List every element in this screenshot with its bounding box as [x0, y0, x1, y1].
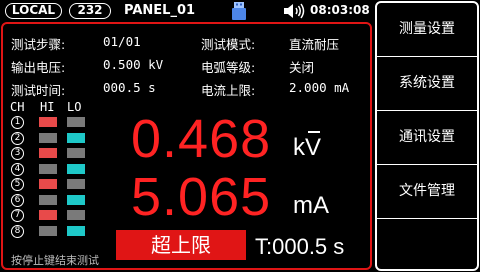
alarm-status: 超上限	[116, 230, 246, 260]
param-time: 测试时间: 000.5 s	[11, 80, 156, 99]
time-value: 000.5 s	[103, 80, 156, 95]
channel-hi-indicator	[39, 194, 57, 205]
channel-number: 5	[11, 178, 24, 191]
channel-number: 1	[11, 116, 24, 129]
current-reading: 5.065	[131, 167, 272, 227]
param-mode: 测试模式: 直流耐压	[201, 34, 339, 53]
menu-file-management[interactable]: 文件管理	[377, 165, 477, 218]
mode-label: 测试模式:	[201, 37, 256, 52]
channel-lo-indicator	[67, 225, 85, 236]
current-unit: mA	[293, 192, 329, 219]
channel-number: 7	[11, 209, 24, 222]
menu-measure-settings[interactable]: 测量设置	[377, 3, 477, 56]
channel-number: 4	[11, 162, 24, 176]
speaker-volume-icon[interactable]	[283, 3, 305, 19]
channel-lo-indicator	[67, 194, 85, 205]
mode-value: 直流耐压	[289, 37, 340, 52]
channel-hi-indicator	[39, 148, 57, 158]
voltage-label: 输出电压:	[11, 60, 66, 75]
voltage-value: 0.500 kV	[103, 57, 164, 72]
channel-number: 6	[11, 193, 24, 207]
test-timer: T:000.5 s	[255, 234, 345, 259]
voltage-unit: kV	[293, 131, 322, 162]
time-label: 测试时间:	[11, 83, 66, 98]
side-menu: 测量设置 系统设置 通讯设置 文件管理	[375, 1, 479, 271]
channel-hi-indicator	[39, 179, 57, 189]
local-mode-badge[interactable]: LOCAL	[5, 3, 62, 19]
channel-lo-indicator	[67, 132, 85, 143]
menu-comm-settings[interactable]: 通讯设置	[377, 111, 477, 164]
channel-hi-indicator	[39, 210, 57, 220]
voltage-unit-text: kV	[293, 134, 322, 161]
menu-divider	[377, 218, 477, 219]
param-limit: 电流上限: 2.000 mA	[201, 80, 349, 99]
channel-number: 3	[11, 147, 24, 160]
usb-icon	[232, 2, 246, 20]
channel-header-hi: HI	[40, 100, 55, 114]
channel-hi-indicator	[39, 225, 57, 236]
channel-number: 2	[11, 131, 24, 145]
channel-lo-indicator	[67, 210, 85, 220]
channel-lo-indicator	[67, 148, 85, 158]
step-label: 测试步骤:	[11, 37, 66, 52]
clock: 08:03:08	[310, 3, 370, 17]
channel-lo-indicator	[67, 117, 85, 127]
arc-value: 关闭	[289, 60, 315, 75]
channel-lo-indicator	[67, 163, 85, 174]
arc-label: 电弧等级:	[201, 60, 256, 75]
address-badge: 232	[69, 3, 111, 19]
channel-hi-indicator	[39, 163, 57, 174]
channel-lo-indicator	[67, 179, 85, 189]
hint-text: 按停止键结束测试	[11, 254, 99, 267]
channel-hi-indicator	[39, 132, 57, 143]
channel-number: 8	[11, 224, 24, 238]
status-bar: LOCAL 232 PANEL_01 08:03:08	[0, 0, 372, 22]
limit-value: 2.000 mA	[289, 80, 350, 95]
channel-hi-indicator	[39, 117, 57, 127]
limit-label: 电流上限:	[201, 83, 256, 98]
channel-header-ch: CH	[10, 100, 25, 114]
menu-system-settings[interactable]: 系统设置	[377, 57, 477, 110]
channel-header-lo: LO	[67, 100, 82, 114]
test-panel: 测试步骤: 01/01 测试模式: 直流耐压 输出电压: 0.500 kV 电弧…	[1, 22, 372, 270]
voltage-reading: 0.468	[131, 109, 272, 169]
panel-name: PANEL_01	[124, 3, 196, 18]
param-arc: 电弧等级: 关闭	[201, 57, 314, 76]
step-value: 01/01	[103, 34, 141, 49]
dc-bar-icon	[308, 131, 320, 133]
param-step: 测试步骤: 01/01	[11, 34, 141, 53]
param-voltage: 输出电压: 0.500 kV	[11, 57, 163, 76]
